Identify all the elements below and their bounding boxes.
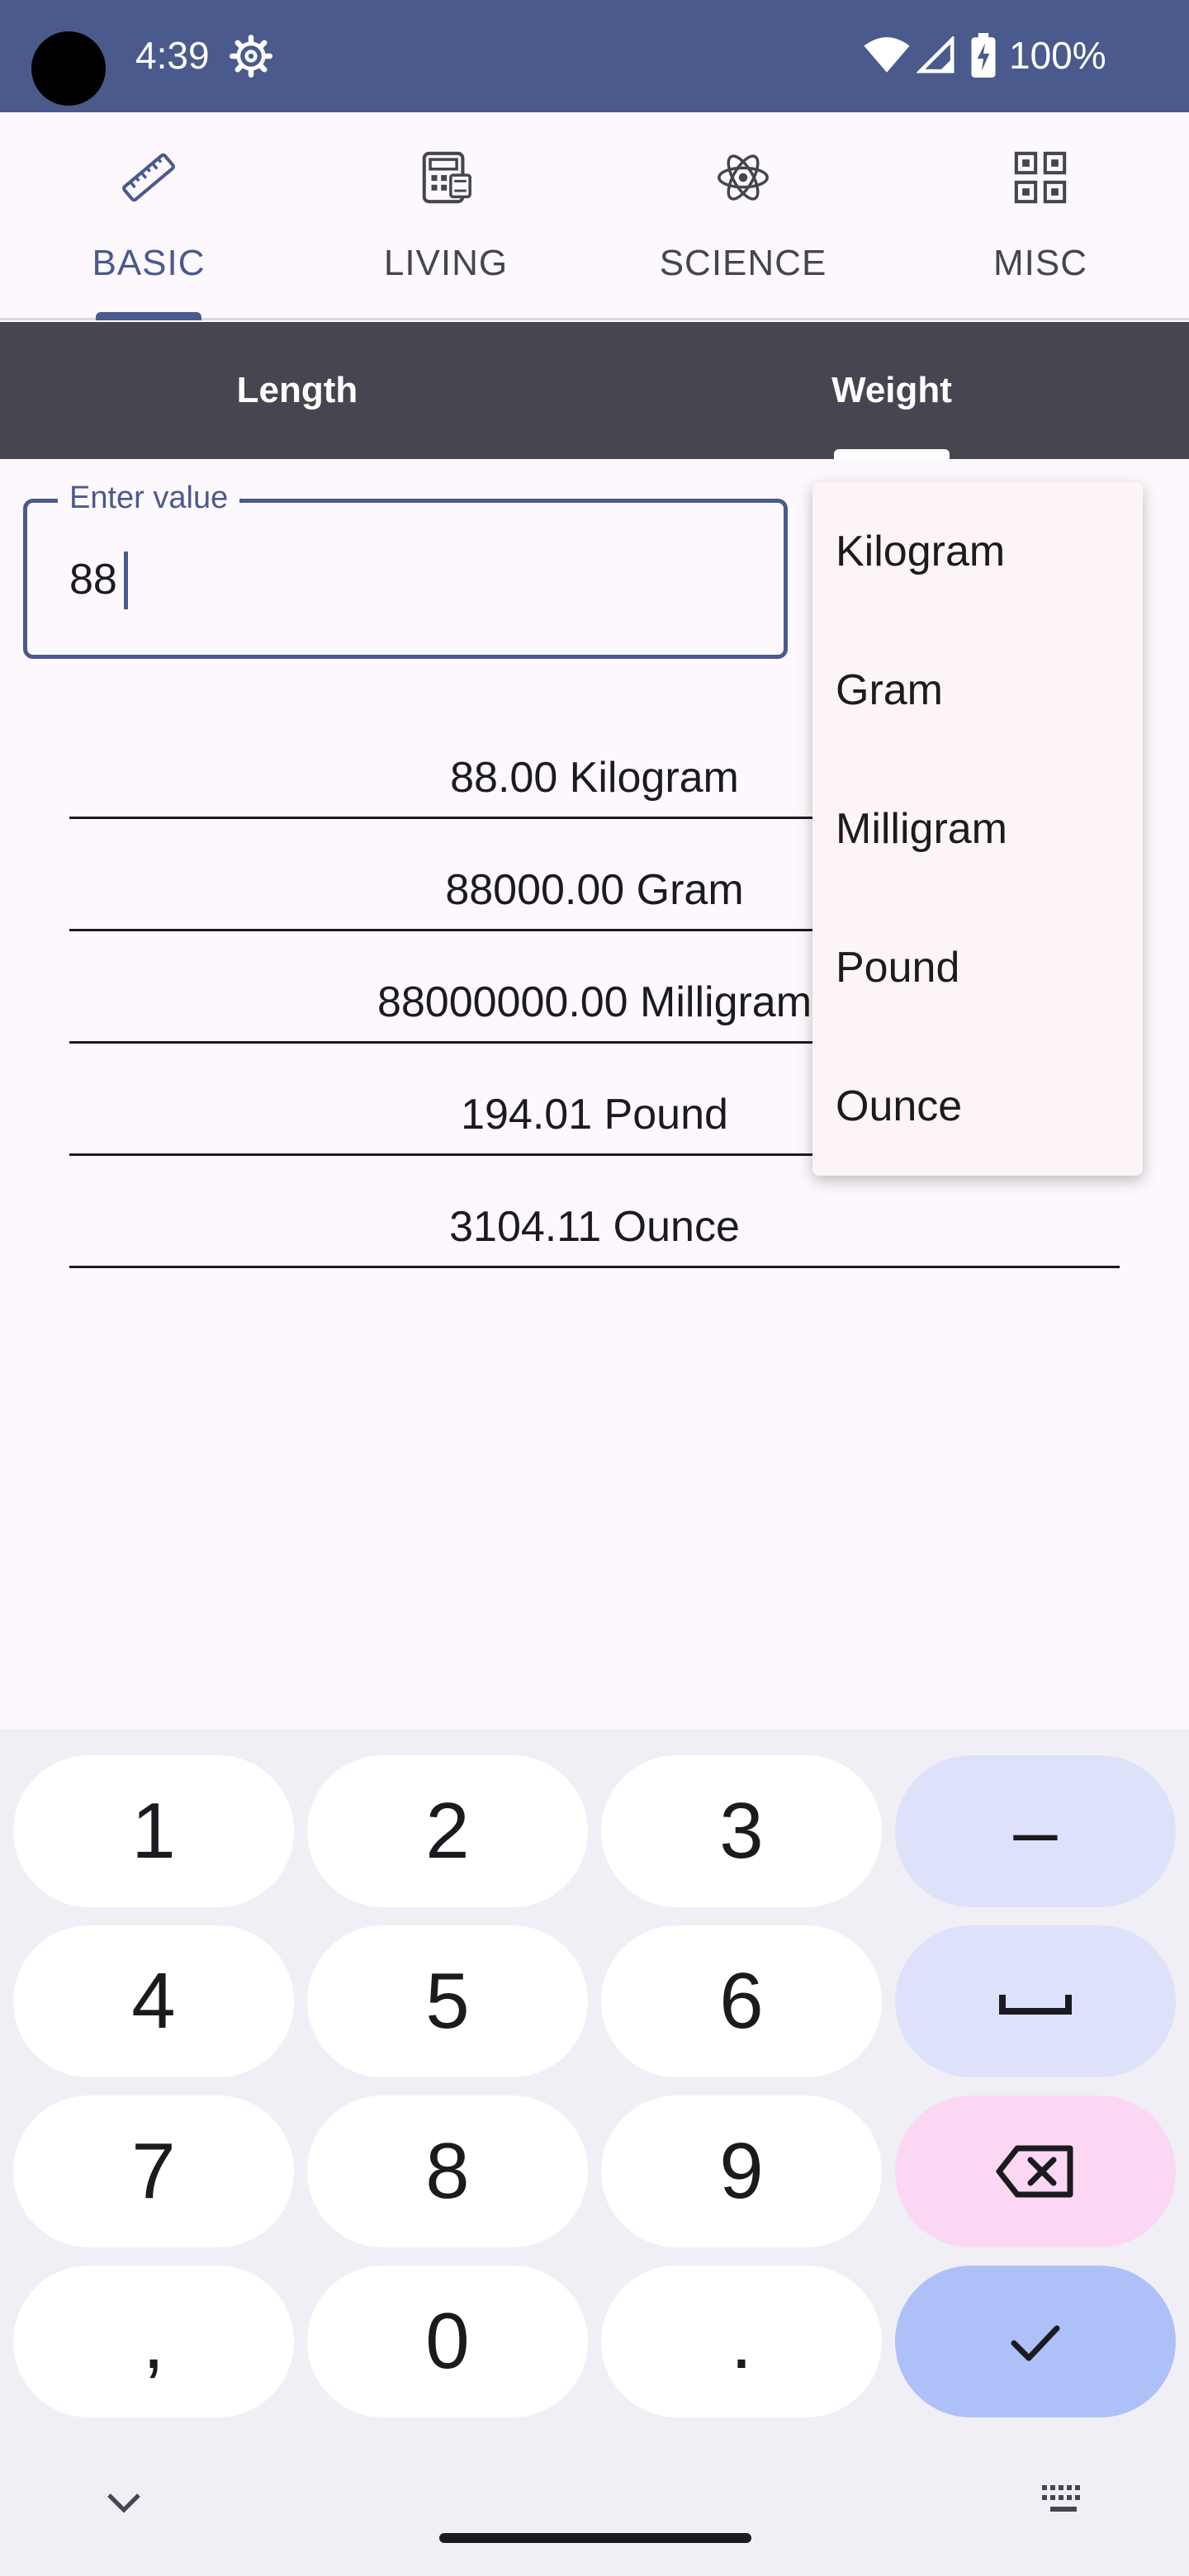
- result-row: 3104.11 Ounce: [69, 1202, 1120, 1268]
- text-cursor: [124, 552, 128, 609]
- home-gesture-bar[interactable]: [439, 2533, 751, 2543]
- key-0[interactable]: 0: [307, 2266, 588, 2417]
- key-1[interactable]: 1: [13, 1755, 294, 1907]
- key-backspace[interactable]: [895, 2095, 1176, 2247]
- active-tab-indicator: [96, 312, 201, 320]
- camera-cutout: [31, 31, 106, 106]
- key-minus[interactable]: –: [895, 1755, 1176, 1907]
- dropdown-option-kilogram[interactable]: Kilogram: [812, 482, 1143, 621]
- status-bar: 4:39 100%: [0, 0, 1189, 112]
- key-8[interactable]: 8: [307, 2095, 588, 2247]
- value-input-text[interactable]: 88: [69, 555, 117, 604]
- result-text: 3104.11 Ounce: [449, 1203, 740, 1251]
- settings-gear-icon: [230, 35, 272, 78]
- cell-signal-icon: [917, 36, 955, 73]
- key-4[interactable]: 4: [13, 1925, 294, 2077]
- numeric-keyboard: 1 2 3 – 4 5 6 7 8 9 , 0 .: [0, 1729, 1189, 2576]
- key-space[interactable]: [895, 1925, 1176, 2077]
- tab-length[interactable]: Length: [0, 322, 594, 459]
- dropdown-option-milligram[interactable]: Milligram: [812, 760, 1143, 898]
- key-period[interactable]: .: [601, 2266, 882, 2417]
- key-3[interactable]: 3: [601, 1755, 882, 1907]
- tab-misc[interactable]: MISC: [892, 112, 1189, 320]
- dropdown-option-pound[interactable]: Pound: [812, 898, 1143, 1037]
- qr-code-icon: [1014, 151, 1067, 204]
- calculator-icon: [422, 151, 471, 204]
- ruler-icon: [122, 153, 175, 202]
- active-subtab-indicator: [834, 449, 950, 459]
- unit-dropdown-menu: Kilogram Gram Milligram Pound Ounce: [812, 482, 1143, 1176]
- tab-weight[interactable]: Weight: [594, 322, 1189, 459]
- wifi-icon: [864, 37, 910, 73]
- tab-living-label: LIVING: [383, 243, 509, 283]
- key-comma[interactable]: ,: [13, 2266, 294, 2417]
- key-6[interactable]: 6: [601, 1925, 882, 2077]
- space-bar-icon: [999, 1995, 1072, 2015]
- key-9[interactable]: 9: [601, 2095, 882, 2247]
- dropdown-option-gram[interactable]: Gram: [812, 621, 1143, 760]
- tab-basic-label: BASIC: [92, 243, 206, 283]
- dropdown-option-ounce[interactable]: Ounce: [812, 1037, 1143, 1176]
- tab-basic[interactable]: BASIC: [0, 112, 297, 320]
- battery-percent: 100%: [1009, 34, 1106, 77]
- key-2[interactable]: 2: [307, 1755, 588, 1907]
- unit-type-tab-bar: Length Weight: [0, 322, 1189, 459]
- value-input-label: Enter value: [58, 481, 240, 516]
- tab-misc-label: MISC: [993, 243, 1087, 283]
- tab-science-label: SCIENCE: [659, 243, 827, 283]
- tab-science[interactable]: SCIENCE: [594, 112, 892, 320]
- atom-icon: [718, 154, 769, 201]
- status-time: 4:39: [135, 34, 210, 77]
- checkmark-icon: [1011, 2325, 1060, 2361]
- tab-living[interactable]: LIVING: [297, 112, 594, 320]
- category-tab-bar: BASIC LIVING SCIENCE MISC: [0, 112, 1189, 320]
- key-5[interactable]: 5: [307, 1925, 588, 2077]
- backspace-icon: [996, 2145, 1073, 2198]
- hide-keyboard-chevron-icon[interactable]: [104, 2490, 144, 2517]
- battery-charging-icon: [971, 33, 996, 78]
- keyboard-switch-icon[interactable]: [1040, 2484, 1087, 2517]
- value-input[interactable]: [23, 499, 788, 659]
- key-done[interactable]: [895, 2266, 1176, 2417]
- key-7[interactable]: 7: [13, 2095, 294, 2247]
